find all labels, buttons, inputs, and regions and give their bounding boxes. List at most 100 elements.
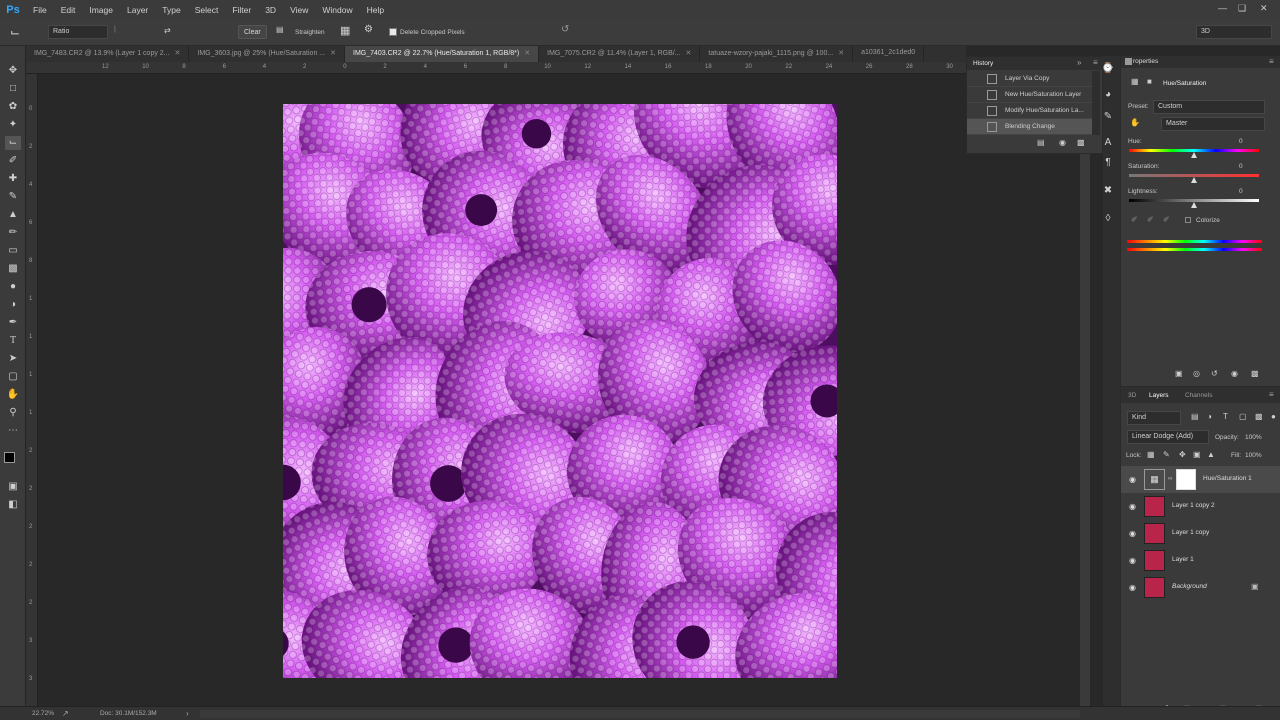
menu-filter[interactable]: Filter: [225, 5, 258, 15]
eye-icon[interactable]: ◉: [1129, 502, 1136, 511]
menu-select[interactable]: Select: [188, 5, 226, 15]
type-tool-icon[interactable]: T: [5, 334, 21, 348]
tab-3d[interactable]: 3D: [1128, 392, 1136, 403]
reset-icon[interactable]: ↺: [1211, 369, 1218, 378]
eyedropper-plus-icon[interactable]: ✐: [1147, 215, 1154, 224]
menu-help[interactable]: Help: [360, 5, 391, 15]
gear-icon[interactable]: ⚙: [364, 24, 373, 35]
menu-edit[interactable]: Edit: [54, 5, 83, 15]
eye-icon[interactable]: ◉: [1129, 475, 1136, 484]
saturation-value[interactable]: 0: [1239, 163, 1243, 170]
menu-3d[interactable]: 3D: [258, 5, 283, 15]
quick-mask-icon[interactable]: ▣: [5, 480, 21, 494]
foreground-color-swatch[interactable]: [4, 452, 15, 463]
hue-value[interactable]: 0: [1239, 138, 1243, 145]
delete-cropped-checkbox[interactable]: [389, 28, 397, 36]
colorize-checkbox[interactable]: [1185, 217, 1191, 223]
lock-transparent-icon[interactable]: ▦: [1147, 450, 1155, 459]
ratio-dropdown[interactable]: Ratio: [48, 25, 108, 39]
eye-icon[interactable]: ◉: [1129, 556, 1136, 565]
close-icon[interactable]: ✕: [1260, 3, 1268, 14]
swap-icon[interactable]: ⇄: [164, 26, 171, 35]
history-item-selected[interactable]: Blending Change: [967, 119, 1092, 135]
dodge-tool-icon[interactable]: ◑: [5, 298, 21, 312]
straighten-icon[interactable]: ▤: [276, 25, 284, 34]
close-icon[interactable]: ✕: [524, 50, 530, 57]
tab-document[interactable]: a10361_2c1ded0: [853, 46, 925, 62]
layer-row[interactable]: ◉ Layer 1: [1121, 547, 1280, 574]
lock-all-icon[interactable]: ▲: [1207, 450, 1215, 459]
layer-mask-thumbnail[interactable]: [1176, 469, 1196, 490]
eye-icon[interactable]: ◉: [1231, 369, 1238, 378]
paragraph-panel-icon[interactable]: ¶: [1101, 156, 1115, 170]
vertical-scrollbar[interactable]: [1080, 62, 1090, 706]
filter-type-icon[interactable]: T: [1223, 412, 1228, 421]
height-field[interactable]: [180, 25, 230, 39]
history-item[interactable]: New Hue/Saturation Layer: [967, 87, 1092, 103]
filter-kind-dropdown[interactable]: Kind: [1127, 411, 1181, 425]
history-title[interactable]: History: [973, 60, 993, 67]
gradient-tool-icon[interactable]: ▩: [5, 262, 21, 276]
crop-tool-icon[interactable]: ⌙: [10, 25, 20, 39]
history-scrollbar[interactable]: [1092, 71, 1100, 135]
hand-target-icon[interactable]: ✋: [1130, 118, 1140, 127]
link-icon[interactable]: ∞: [1168, 476, 1172, 482]
layer-name[interactable]: Layer 1 copy 2: [1172, 502, 1215, 509]
history-panel-icon[interactable]: ⌚: [1101, 62, 1115, 76]
close-icon[interactable]: ✕: [838, 50, 844, 57]
clear-button[interactable]: Clear: [238, 25, 267, 39]
eye-icon[interactable]: ◉: [1129, 529, 1136, 538]
horizontal-scrollbar[interactable]: [200, 710, 1080, 718]
trash-icon[interactable]: ▩: [1077, 138, 1085, 147]
brush-panel-icon[interactable]: ✎: [1101, 110, 1115, 124]
menu-layer[interactable]: Layer: [120, 5, 155, 15]
mask-icon[interactable]: ■: [1147, 77, 1152, 86]
menu-window[interactable]: Window: [315, 5, 359, 15]
eyedropper-minus-icon[interactable]: ✐: [1163, 215, 1170, 224]
layer-name[interactable]: Hue/Saturation 1: [1203, 475, 1252, 482]
reset-icon[interactable]: ↺: [561, 24, 569, 35]
width-field[interactable]: [118, 25, 158, 39]
eye-icon[interactable]: ◉: [1129, 583, 1136, 592]
tab-document[interactable]: IMG_3603.jpg @ 25% (Hue/Saturation ... ✕: [189, 46, 345, 62]
collapse-icon[interactable]: »: [1077, 58, 1081, 67]
eyedropper-tool-icon[interactable]: ✐: [5, 154, 21, 168]
workspace-dropdown[interactable]: 3D: [1196, 25, 1272, 39]
export-icon[interactable]: ↗: [62, 709, 69, 718]
restore-icon[interactable]: ❑: [1238, 3, 1246, 14]
eyedropper-icon[interactable]: ✐: [1131, 215, 1138, 224]
lasso-tool-icon[interactable]: ✿: [5, 100, 21, 114]
menu-file[interactable]: File: [26, 5, 54, 15]
tab-document[interactable]: tatuaze-wzory-pajaki_1115.png @ 100... ✕: [700, 46, 854, 62]
channel-dropdown[interactable]: Master: [1161, 117, 1265, 131]
screen-mode-icon[interactable]: ◧: [5, 498, 21, 512]
saturation-slider-thumb[interactable]: [1191, 177, 1197, 183]
lock-position-icon[interactable]: ✥: [1179, 450, 1186, 459]
quick-select-tool-icon[interactable]: ✦: [5, 118, 21, 132]
lightness-value[interactable]: 0: [1239, 188, 1243, 195]
tab-layers[interactable]: Layers: [1149, 392, 1169, 403]
new-document-from-state-icon[interactable]: ▤: [1037, 138, 1045, 147]
layer-row[interactable]: ◉ Layer 1 copy: [1121, 520, 1280, 547]
3d-panel-icon[interactable]: ◊: [1101, 212, 1115, 226]
close-icon[interactable]: ✕: [686, 50, 692, 57]
rectangle-tool-icon[interactable]: ▢: [5, 370, 21, 384]
brush-tool-icon[interactable]: ✎: [5, 190, 21, 204]
blur-tool-icon[interactable]: ●: [5, 280, 21, 294]
history-item[interactable]: Modify Hue/Saturation La...: [967, 103, 1092, 119]
layer-name[interactable]: Layer 1 copy: [1172, 529, 1209, 536]
history-brush-tool-icon[interactable]: ✏: [5, 226, 21, 240]
panel-grip-icon[interactable]: [1125, 58, 1132, 65]
layer-name[interactable]: Layer 1: [1172, 556, 1194, 563]
tab-channels[interactable]: Channels: [1185, 392, 1212, 403]
close-icon[interactable]: ✕: [175, 50, 181, 57]
marquee-tool-icon[interactable]: □: [5, 82, 21, 96]
menu-view[interactable]: View: [283, 5, 315, 15]
horizontal-ruler[interactable]: 1210864202468101214161820222426283032343…: [26, 62, 1114, 74]
character-panel-icon[interactable]: A: [1101, 136, 1115, 150]
filter-pixel-icon[interactable]: ▤: [1191, 412, 1199, 421]
zoom-level[interactable]: 22.72%: [32, 710, 54, 717]
tab-document-active[interactable]: IMG_7403.CR2 @ 22.7% (Hue/Saturation 1, …: [345, 46, 540, 62]
menu-type[interactable]: Type: [155, 5, 187, 15]
trash-icon[interactable]: ▩: [1251, 369, 1259, 378]
